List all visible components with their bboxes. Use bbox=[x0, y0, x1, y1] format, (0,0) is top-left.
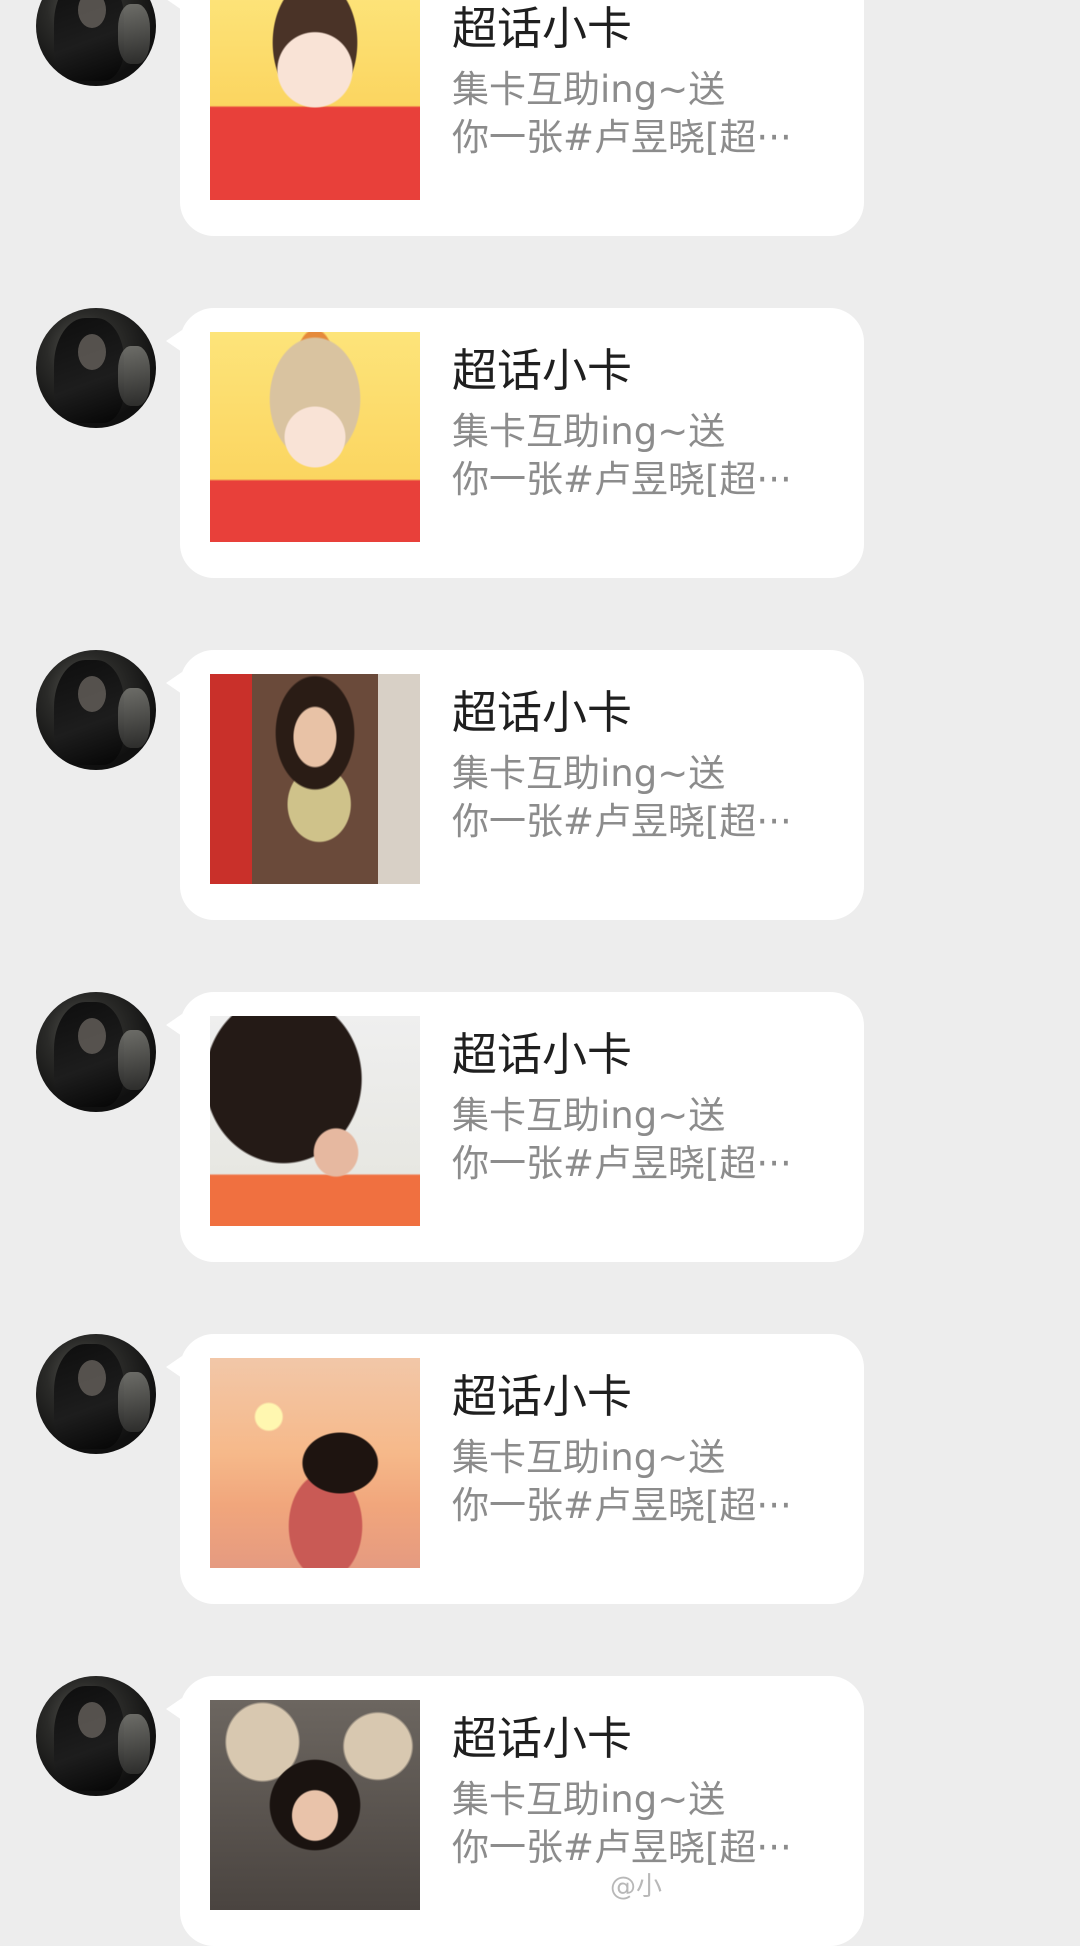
sender-avatar[interactable] bbox=[36, 0, 156, 86]
card-title: 超话小卡 bbox=[452, 1712, 633, 1765]
card-title: 超话小卡 bbox=[452, 2, 633, 55]
card-thumbnail-image bbox=[210, 0, 420, 200]
chat-message: 超话小卡 集卡互助ing~送 你一张#卢昱晓[超··· bbox=[0, 1676, 1080, 1946]
chat-message: 超话小卡 集卡互助ing~送 你一张#卢昱晓[超··· bbox=[0, 650, 1080, 920]
card-description-line: 集卡互助ing~送 bbox=[452, 752, 726, 795]
chat-message: 超话小卡 集卡互助ing~送 你一张#卢昱晓[超··· bbox=[0, 1334, 1080, 1604]
chat-message: 超话小卡 集卡互助ing~送 你一张#卢昱晓[超··· bbox=[0, 0, 1080, 236]
card-description-line: 你一张#卢昱晓[超··· bbox=[452, 800, 792, 843]
chat-message: 超话小卡 集卡互助ing~送 你一张#卢昱晓[超··· bbox=[0, 992, 1080, 1262]
chat-message: 超话小卡 集卡互助ing~送 你一张#卢昱晓[超··· bbox=[0, 308, 1080, 578]
card-description-line: 你一张#卢昱晓[超··· bbox=[452, 116, 792, 159]
card-description: 集卡互助ing~送 你一张#卢昱晓[超··· bbox=[452, 1092, 812, 1188]
card-description-line: 集卡互助ing~送 bbox=[452, 68, 726, 111]
card-description: 集卡互助ing~送 你一张#卢昱晓[超··· bbox=[452, 408, 812, 504]
card-description-line: 你一张#卢昱晓[超··· bbox=[452, 1142, 792, 1185]
share-card-bubble[interactable]: 超话小卡 集卡互助ing~送 你一张#卢昱晓[超··· bbox=[166, 992, 864, 1262]
card-title: 超话小卡 bbox=[452, 1370, 633, 1423]
card-description: 集卡互助ing~送 你一张#卢昱晓[超··· bbox=[452, 1776, 812, 1872]
share-card-bubble[interactable]: 超话小卡 集卡互助ing~送 你一张#卢昱晓[超··· bbox=[166, 650, 864, 920]
card-description-line: 你一张#卢昱晓[超··· bbox=[452, 1826, 792, 1869]
card-thumbnail-image bbox=[210, 332, 420, 542]
card-title: 超话小卡 bbox=[452, 344, 633, 397]
share-card-bubble[interactable]: 超话小卡 集卡互助ing~送 你一张#卢昱晓[超··· bbox=[166, 1676, 864, 1946]
card-description-line: 集卡互助ing~送 bbox=[452, 1778, 726, 1821]
card-description: 集卡互助ing~送 你一张#卢昱晓[超··· bbox=[452, 1434, 812, 1530]
card-thumbnail-image bbox=[210, 1016, 420, 1226]
card-title: 超话小卡 bbox=[452, 686, 633, 739]
card-thumbnail-image bbox=[210, 1358, 420, 1568]
card-description-line: 你一张#卢昱晓[超··· bbox=[452, 1484, 792, 1527]
card-thumbnail-image bbox=[210, 674, 420, 884]
card-description-line: 集卡互助ing~送 bbox=[452, 410, 726, 453]
sender-avatar[interactable] bbox=[36, 1676, 156, 1796]
chat-message-list: 超话小卡 集卡互助ing~送 你一张#卢昱晓[超··· 超话小卡 集卡互助ing… bbox=[0, 0, 1080, 1946]
card-description: 集卡互助ing~送 你一张#卢昱晓[超··· bbox=[452, 750, 812, 846]
card-description-line: 集卡互助ing~送 bbox=[452, 1094, 726, 1137]
weibo-watermark: @小 bbox=[610, 1872, 663, 1902]
sender-avatar[interactable] bbox=[36, 650, 156, 770]
share-card-bubble[interactable]: 超话小卡 集卡互助ing~送 你一张#卢昱晓[超··· bbox=[166, 1334, 864, 1604]
sender-avatar[interactable] bbox=[36, 992, 156, 1112]
card-description-line: 集卡互助ing~送 bbox=[452, 1436, 726, 1479]
card-description-line: 你一张#卢昱晓[超··· bbox=[452, 458, 792, 501]
sender-avatar[interactable] bbox=[36, 308, 156, 428]
share-card-bubble[interactable]: 超话小卡 集卡互助ing~送 你一张#卢昱晓[超··· bbox=[166, 0, 864, 236]
sender-avatar[interactable] bbox=[36, 1334, 156, 1454]
share-card-bubble[interactable]: 超话小卡 集卡互助ing~送 你一张#卢昱晓[超··· bbox=[166, 308, 864, 578]
card-description: 集卡互助ing~送 你一张#卢昱晓[超··· bbox=[452, 66, 812, 162]
card-title: 超话小卡 bbox=[452, 1028, 633, 1081]
card-thumbnail-image bbox=[210, 1700, 420, 1910]
